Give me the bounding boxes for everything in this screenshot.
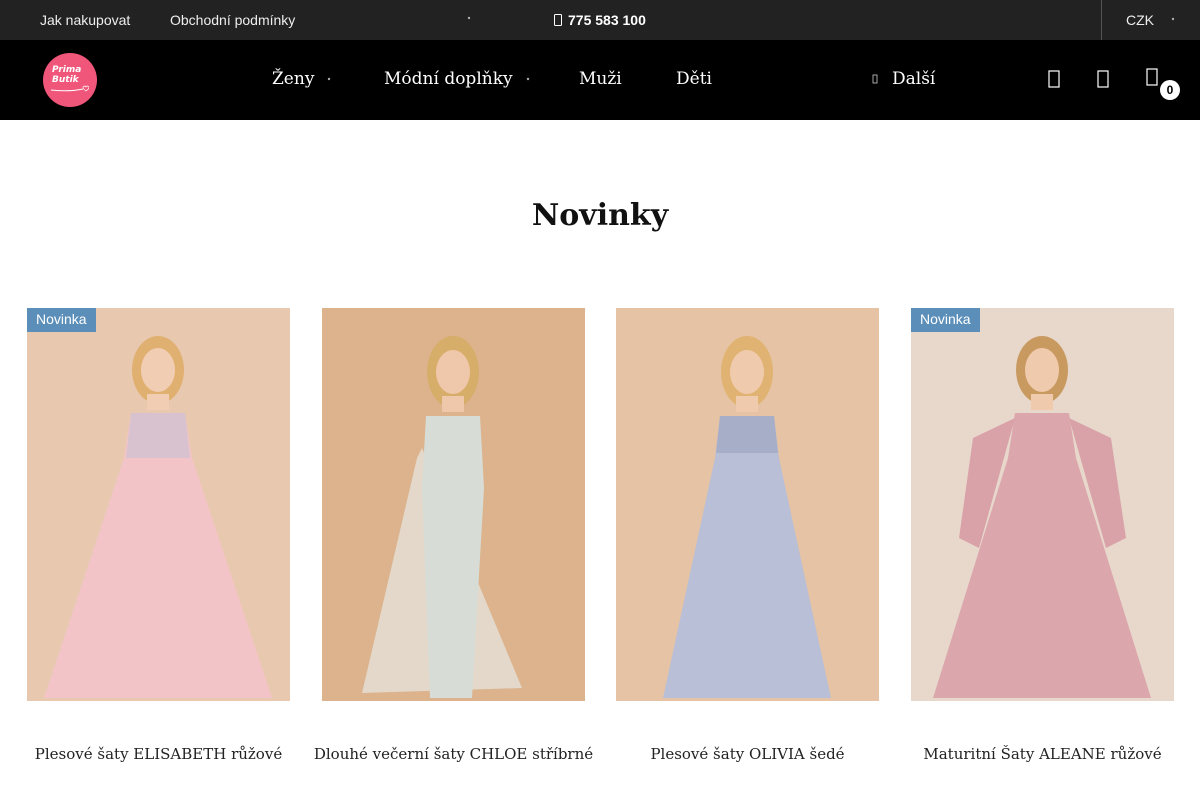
nav-label: Děti	[676, 69, 712, 89]
cart-icon[interactable]	[1145, 68, 1159, 86]
menu-glyph-icon	[872, 74, 878, 84]
logo-swoosh-icon	[50, 85, 89, 92]
product-name[interactable]: Dlouhé večerní šaty CHLOE stříbrné	[302, 745, 605, 763]
product-card[interactable]: Plesové šaty OLIVIA šedé	[616, 308, 879, 763]
product-image[interactable]	[616, 308, 879, 701]
section-title: Novinky	[531, 198, 669, 233]
product-card[interactable]: Dlouhé večerní šaty CHLOE stříbrné	[314, 308, 593, 763]
dot-caret-icon	[328, 77, 331, 81]
dress-illustration	[27, 308, 290, 701]
nav-label: Ženy	[272, 69, 315, 89]
product-image[interactable]: Novinka	[911, 308, 1174, 701]
dress-illustration	[911, 308, 1174, 701]
cart-count-badge: 0	[1160, 80, 1180, 100]
currency-selector[interactable]: CZK	[1126, 12, 1154, 28]
topbar-divider	[1101, 0, 1102, 40]
dot-icon	[467, 16, 471, 20]
nav-deti[interactable]: Děti	[676, 69, 712, 89]
how-to-shop-link[interactable]: Jak nakupovat	[40, 12, 130, 28]
product-name[interactable]: Maturitní Šaty ALEANE růžové	[891, 745, 1194, 763]
chevron-down-icon[interactable]	[1170, 16, 1176, 22]
logo-text-1: Prima	[52, 65, 82, 75]
phone-contact[interactable]: 775 583 100	[554, 12, 646, 28]
nav-label: Další	[892, 69, 936, 89]
user-icon[interactable]	[1096, 70, 1110, 88]
top-bar: Jak nakupovat Obchodní podmínky 775 583 …	[0, 0, 1200, 40]
product-card[interactable]: Novinka Maturitní Šaty ALEANE růžové	[911, 308, 1174, 763]
dress-illustration	[616, 308, 879, 701]
product-name[interactable]: Plesové šaty ELISABETH růžové	[7, 745, 310, 763]
new-badge: Novinka	[27, 308, 96, 332]
product-name[interactable]: Plesové šaty OLIVIA šedé	[596, 745, 899, 763]
main-header: Prima Butik Ženy Módní doplňky Muži Děti…	[0, 40, 1200, 120]
phone-icon	[554, 14, 562, 26]
nav-muzi[interactable]: Muži	[579, 69, 622, 89]
nav-dalsi[interactable]: Další	[872, 69, 935, 89]
nav-label: Módní doplňky	[384, 69, 513, 89]
dot-caret-icon	[526, 77, 529, 81]
terms-link[interactable]: Obchodní podmínky	[170, 12, 295, 28]
new-badge: Novinka	[911, 308, 980, 332]
logo[interactable]: Prima Butik	[43, 53, 97, 107]
product-card[interactable]: Novinka Plesové šaty ELISABETH růžové	[27, 308, 290, 763]
nav-label: Muži	[579, 69, 622, 89]
product-image[interactable]	[322, 308, 585, 701]
dress-illustration	[322, 308, 585, 701]
nav-zeny[interactable]: Ženy	[272, 69, 332, 89]
phone-number: 775 583 100	[568, 12, 646, 28]
search-icon[interactable]	[1047, 70, 1061, 88]
nav-modni-doplnky[interactable]: Módní doplňky	[384, 69, 531, 89]
product-image[interactable]: Novinka	[27, 308, 290, 701]
